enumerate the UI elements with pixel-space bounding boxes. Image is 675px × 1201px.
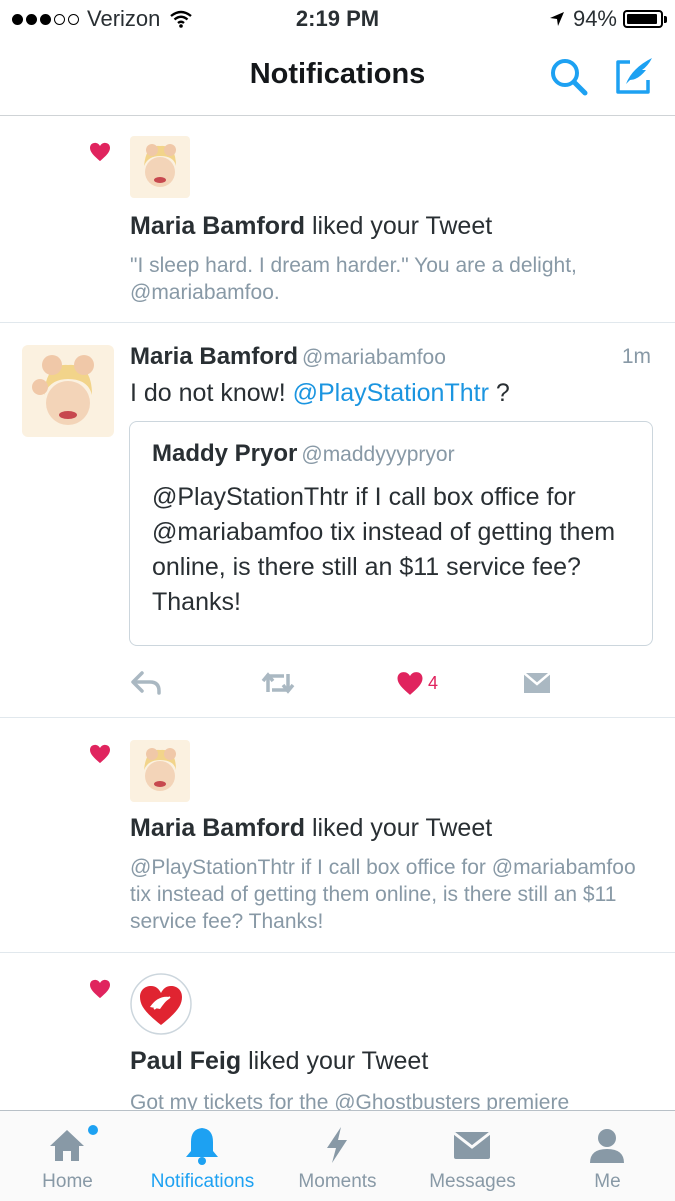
envelope-icon [453, 1131, 491, 1159]
reply-button[interactable] [130, 665, 162, 701]
notification-like-item[interactable]: Paul Feig liked your Tweet Got my ticket… [0, 953, 675, 1110]
action-text: liked your Tweet [305, 212, 493, 240]
actor-name[interactable]: Paul Feig [130, 1047, 241, 1075]
tweet-actions: 4 [0, 665, 675, 705]
mention-link[interactable]: @PlayStationThtr [293, 379, 489, 407]
quoted-tweet-header: Maddy Pryor @maddyyypryor [152, 440, 455, 468]
notification-text: Paul Feig liked your Tweet [130, 1047, 428, 1076]
actor-name[interactable]: Maria Bamford [130, 814, 305, 842]
tweet-text: I do not know! @PlayStationThtr ? [130, 379, 510, 408]
notification-text: Maria Bamford liked your Tweet [130, 814, 492, 843]
heart-icon [90, 142, 110, 162]
avatar[interactable] [22, 345, 114, 437]
tab-label: Me [594, 1171, 621, 1192]
tweet-text-part: ? [488, 379, 510, 407]
tab-label: Moments [298, 1171, 377, 1192]
quoted-author-handle: @maddyyypryor [301, 443, 455, 466]
quoted-tweet-text: @PlayStationThtr if I call box office fo… [152, 483, 616, 616]
battery-percent: 94% [572, 6, 617, 31]
action-text: liked your Tweet [305, 814, 493, 842]
avatar[interactable] [130, 740, 190, 802]
notification-text: Maria Bamford liked your Tweet [130, 212, 492, 241]
notification-like-item[interactable]: Maria Bamford liked your Tweet @PlayStat… [0, 718, 675, 953]
tab-moments[interactable]: Moments [270, 1111, 405, 1201]
tweet-preview: "I sleep hard. I dream harder." You are … [130, 254, 577, 304]
like-button[interactable]: 4 [396, 665, 438, 701]
tweet-header: Maria Bamford @mariabamfoo [130, 343, 446, 371]
tab-label: Notifications [150, 1171, 255, 1192]
reply-icon [131, 671, 161, 695]
heart-icon [397, 671, 423, 695]
battery-icon [623, 10, 667, 28]
tweet-text-part: I do not know! [130, 379, 293, 407]
search-icon[interactable] [548, 56, 590, 98]
tweet-preview: Got my tickets for the @Ghostbusters pre… [130, 1091, 570, 1110]
retweet-icon [261, 672, 295, 694]
action-text: liked your Tweet [241, 1047, 429, 1075]
author-handle[interactable]: @mariabamfoo [302, 346, 446, 369]
author-name[interactable]: Maria Bamford [130, 343, 298, 370]
header-bar: Notifications [0, 40, 675, 116]
bell-icon [186, 1128, 218, 1165]
lightning-icon [327, 1127, 347, 1163]
retweet-button[interactable] [260, 665, 296, 701]
compose-tweet-icon[interactable] [612, 54, 656, 98]
avatar[interactable] [130, 973, 192, 1035]
envelope-icon [523, 672, 551, 693]
unread-dot [88, 1125, 98, 1135]
tweet-preview: @PlayStationThtr if I call box office fo… [130, 856, 636, 933]
tab-label: Home [42, 1171, 93, 1192]
tweet-timestamp: 1m [621, 345, 651, 368]
heart-icon [90, 744, 110, 764]
actor-name[interactable]: Maria Bamford [130, 212, 305, 240]
tab-notifications[interactable]: Notifications [135, 1111, 270, 1201]
quoted-author-name: Maddy Pryor [152, 440, 298, 467]
avatar[interactable] [130, 136, 190, 198]
status-bar: Verizon 2:19 PM 94% [0, 0, 675, 40]
tab-home[interactable]: Home [0, 1111, 135, 1201]
home-icon [50, 1130, 84, 1161]
tab-bar: Home Notifications Moments Messages Me [0, 1110, 675, 1201]
tab-me[interactable]: Me [540, 1111, 675, 1201]
location-arrow-icon [549, 12, 564, 26]
tweet-item[interactable]: Maria Bamford @mariabamfoo 1m I do not kn… [0, 323, 675, 718]
quoted-tweet[interactable]: Maddy Pryor @maddyyypryor @PlayStationTht… [129, 421, 653, 646]
direct-message-button[interactable] [522, 665, 552, 701]
person-icon [590, 1129, 624, 1163]
tab-label: Messages [429, 1171, 516, 1192]
like-count: 4 [428, 672, 439, 693]
tab-messages[interactable]: Messages [405, 1111, 540, 1201]
notification-like-item[interactable]: Maria Bamford liked your Tweet "I sleep … [0, 116, 675, 323]
heart-icon [90, 979, 110, 999]
